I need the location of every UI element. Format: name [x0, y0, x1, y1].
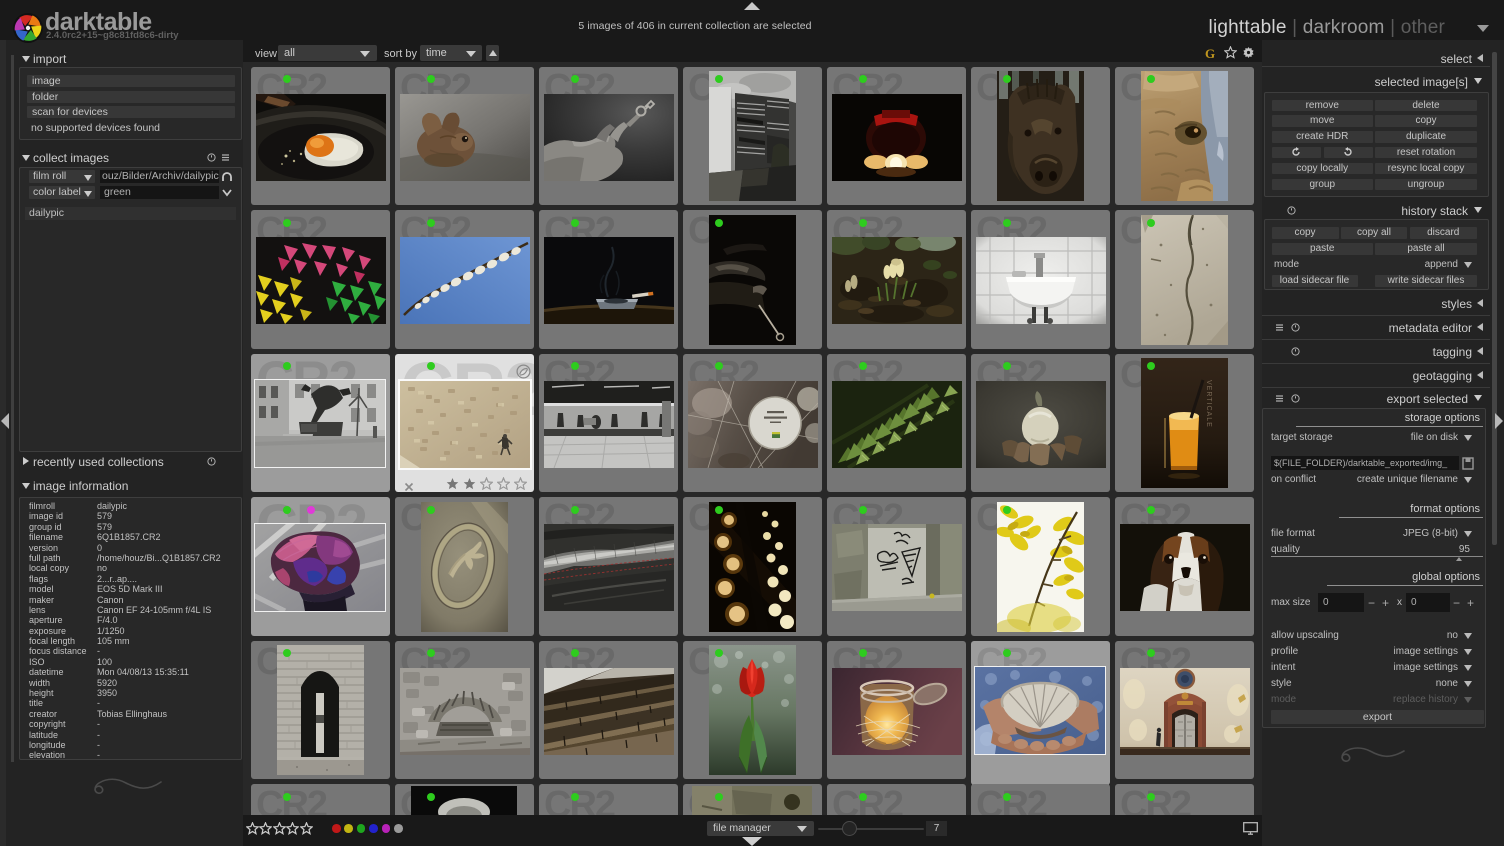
svg-text:VERTICALE: VERTICALE	[1205, 380, 1212, 428]
